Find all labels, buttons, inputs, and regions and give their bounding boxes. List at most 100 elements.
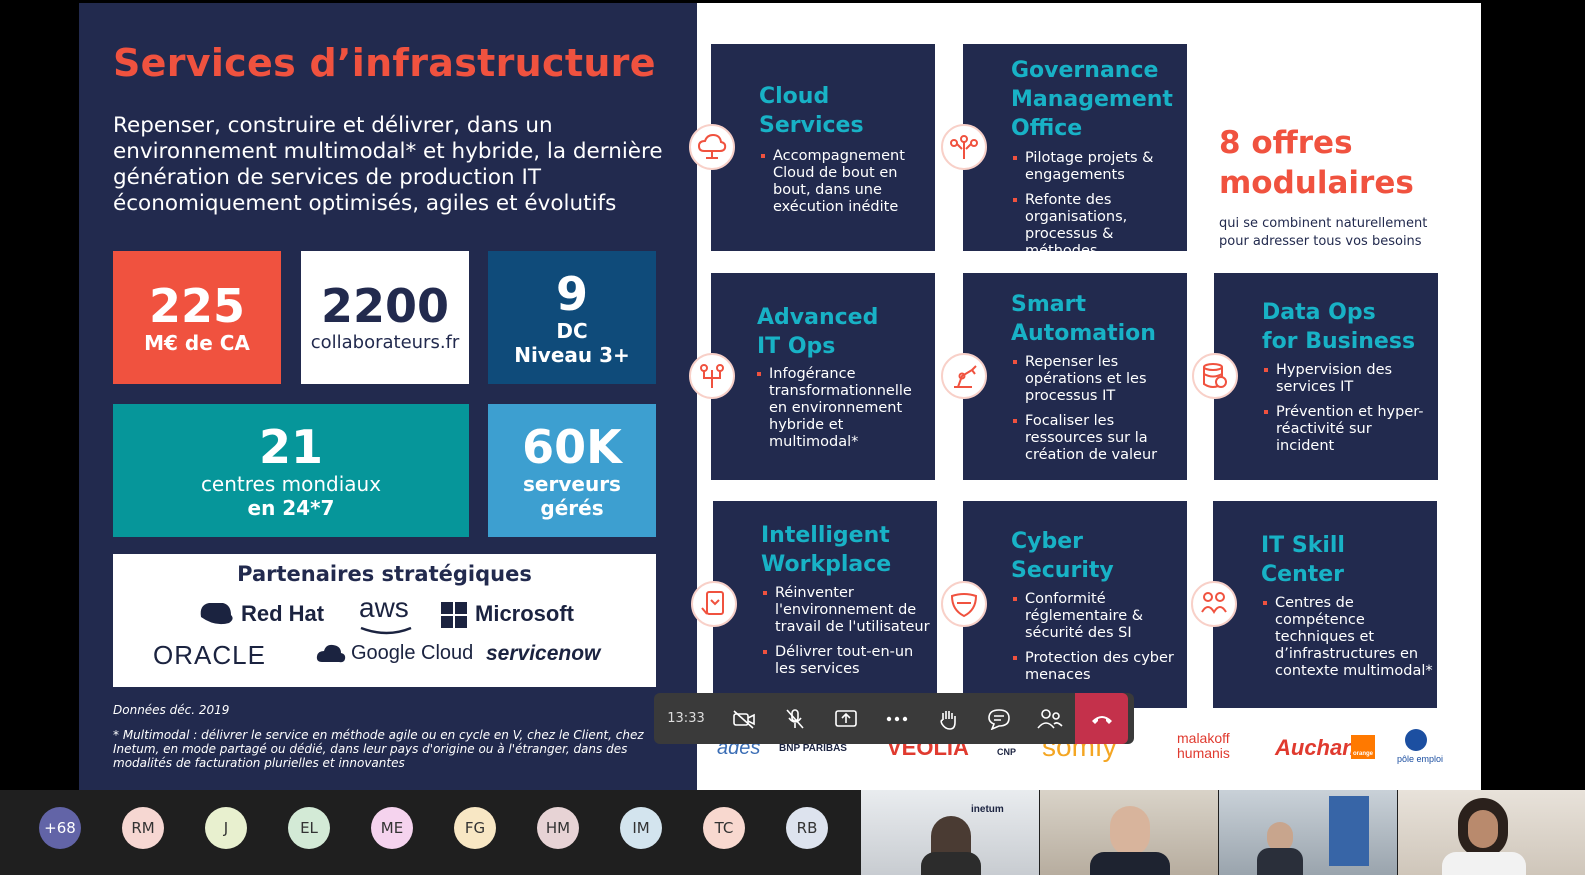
person-silhouette: [1090, 852, 1170, 875]
kpi-employees: 2200 collaborateurs.fr: [301, 251, 469, 384]
kpi-label: M€ de CA: [144, 330, 250, 355]
people-icon: [1191, 581, 1237, 627]
card-list: Accompagnement Cloud de bout en bout, da…: [761, 148, 921, 224]
card-list: Pilotage projets & engagements Refonte d…: [1013, 150, 1183, 268]
kpi-label: DC: [556, 318, 588, 343]
pole-emploi-icon: [1405, 729, 1427, 751]
kpi-value: 225: [148, 278, 246, 333]
participant-avatar[interactable]: HM: [537, 807, 579, 849]
kpi-label: Niveau 3+: [514, 342, 630, 367]
share-screen-button[interactable]: [820, 693, 871, 744]
avatar-initials: FG: [464, 819, 486, 837]
card-list: Infogérance transformationnelle en envir…: [757, 366, 923, 459]
participant-avatar[interactable]: FG: [454, 807, 496, 849]
participant-avatar[interactable]: RB: [786, 807, 828, 849]
more-count: +68: [44, 819, 76, 837]
participant-avatar[interactable]: J: [205, 807, 247, 849]
participant-video[interactable]: [1040, 790, 1218, 875]
partner-logo-microsoft: Microsoft: [475, 601, 574, 626]
person-silhouette: [1257, 848, 1303, 875]
card-title: Cloud: [759, 84, 830, 109]
card-item: Conformité réglementaire & sécurité des …: [1013, 591, 1183, 642]
person-silhouette: [1468, 810, 1498, 848]
offer-card-governance: Governance Management Office Pilotage pr…: [941, 44, 1187, 259]
shield-icon: [941, 581, 987, 627]
participant-avatar[interactable]: EL: [288, 807, 330, 849]
kpi-servers: 60K serveurs gérés: [488, 404, 656, 537]
partners-box: Partenaires stratégiques Red Hat aws Mic…: [113, 554, 656, 687]
robot-arm-icon: [941, 353, 987, 399]
avatar-initials: RM: [131, 819, 155, 837]
card-title: Security: [1011, 558, 1114, 583]
slide-right-panel: Cloud Services Accompagnement Cloud de b…: [689, 3, 1481, 790]
client-logo: pôle emploi: [1397, 754, 1444, 764]
avatar-initials: ME: [380, 819, 404, 837]
more-actions-button[interactable]: [871, 693, 922, 744]
kpi-value: 60K: [522, 419, 622, 474]
avatar-initials: RB: [796, 819, 818, 837]
meeting-control-bar: 13:33: [654, 693, 1134, 744]
avatar-initials: J: [223, 819, 229, 837]
avatar-initials: TC: [714, 819, 734, 837]
client-logo: BNP PARIBAS: [779, 743, 847, 754]
card-title: IT Skill: [1261, 533, 1345, 558]
aws-smile-icon: [360, 626, 412, 635]
camera-toggle-button[interactable]: [718, 693, 769, 744]
offer-card-intelligent-workplace: Intelligent Workplace Réinventer l'envir…: [691, 501, 937, 708]
card-title: Smart: [1011, 292, 1086, 317]
database-icon: [1192, 353, 1238, 399]
share-icon: [834, 709, 857, 727]
kpi-label: collaborateurs.fr: [310, 331, 460, 353]
card-title: Management: [1011, 87, 1173, 112]
kpi-label: en 24*7: [247, 495, 335, 520]
card-title: Data Ops: [1262, 300, 1376, 325]
card-title: Office: [1011, 116, 1083, 141]
client-logo: malakoff humanis: [1177, 730, 1230, 761]
tablet-hand-icon: [691, 581, 737, 627]
offers-headline: 8 offres: [1219, 125, 1353, 161]
participant-avatar[interactable]: ME: [371, 807, 413, 849]
slide-title: Services d’infrastructure: [113, 41, 656, 85]
partner-logo-servicenow: servicenow: [486, 642, 601, 665]
offers-summary: 8 offres modulaires qui se combinent nat…: [1219, 123, 1459, 251]
offers-headline: modulaires: [1219, 165, 1414, 201]
partner-logo-aws: aws: [359, 592, 409, 623]
chat-button[interactable]: [973, 693, 1024, 744]
participant-avatar[interactable]: TC: [703, 807, 745, 849]
more-icon: [886, 716, 907, 721]
card-item: Réinventer l'environnement de travail de…: [763, 585, 933, 636]
kpi-centres: 21 centres mondiaux en 24*7: [113, 404, 469, 537]
mic-toggle-button[interactable]: [769, 693, 820, 744]
client-logo: CNP: [997, 747, 1017, 757]
card-title: IT Ops: [757, 334, 836, 359]
slide-subtitle: Repenser, construire et délivrer, dans u…: [113, 113, 663, 216]
participant-video[interactable]: [1398, 790, 1585, 875]
card-title: for Business: [1262, 329, 1416, 354]
participants-strip: +68 RM J EL ME FG HM IM TC RB inetum: [0, 790, 1585, 875]
participant-video[interactable]: [1219, 790, 1397, 875]
partner-logo-google-cloud: Google Cloud: [351, 642, 474, 664]
card-title: Center: [1261, 562, 1345, 587]
participants-button[interactable]: [1024, 693, 1075, 744]
raise-hand-button[interactable]: [922, 693, 973, 744]
camera-off-icon: [732, 709, 755, 729]
chat-icon: [987, 708, 1010, 730]
participant-video[interactable]: inetum: [861, 790, 1039, 875]
participant-avatar[interactable]: RM: [122, 807, 164, 849]
mic-off-icon: [785, 708, 804, 729]
card-list: Hypervision des services IT Prévention e…: [1264, 362, 1424, 463]
card-item: Hypervision des services IT: [1264, 362, 1424, 396]
person-silhouette: [921, 852, 981, 875]
person-silhouette: [1442, 852, 1526, 875]
more-participants-badge[interactable]: +68: [39, 807, 81, 849]
partners-title: Partenaires stratégiques: [237, 562, 532, 586]
participant-avatar[interactable]: IM: [620, 807, 662, 849]
card-item: Pilotage projets & engagements: [1013, 150, 1183, 184]
card-list: Réinventer l'environnement de travail de…: [763, 585, 933, 686]
raise-hand-icon: [939, 710, 956, 730]
avatar-initials: HM: [545, 819, 571, 837]
card-item: Refonte des organisations, processus & m…: [1013, 192, 1183, 260]
card-item: Infogérance transformationnelle en envir…: [757, 366, 923, 451]
partner-logo-redhat: Red Hat: [241, 601, 325, 626]
leave-call-button[interactable]: [1075, 693, 1128, 744]
